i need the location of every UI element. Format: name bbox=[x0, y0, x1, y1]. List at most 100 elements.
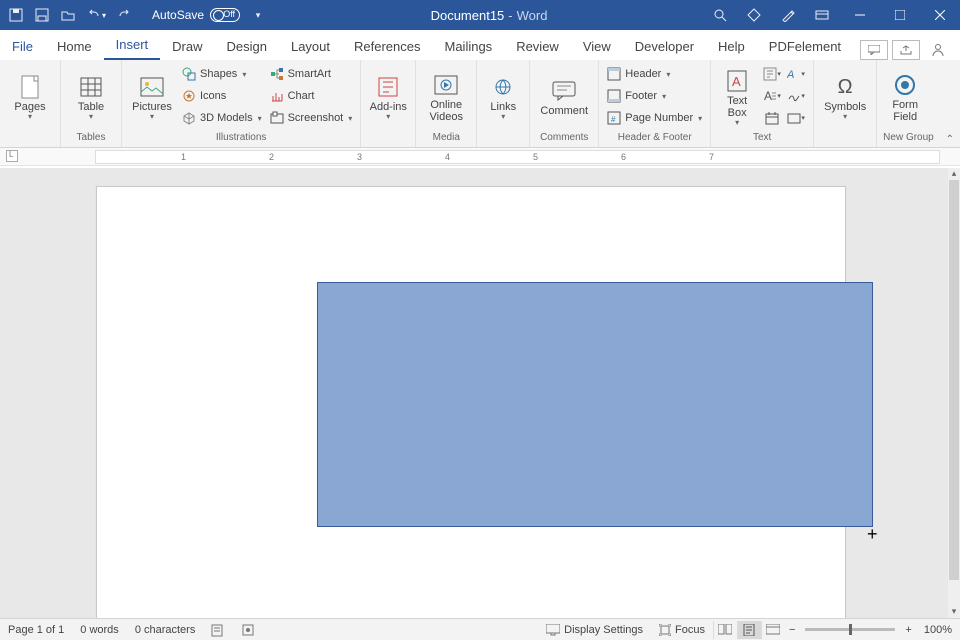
ruler-scale: 1 2 3 4 5 6 7 bbox=[95, 150, 940, 164]
focus-button[interactable]: Focus bbox=[651, 624, 713, 636]
wordart-button[interactable]: A▾ bbox=[785, 64, 807, 84]
autosave-toggle[interactable]: AutoSave Off bbox=[152, 8, 240, 22]
group-tables: Table▾ Tables bbox=[61, 60, 122, 147]
open-icon[interactable] bbox=[60, 7, 76, 23]
tab-draw[interactable]: Draw bbox=[160, 33, 214, 60]
addins-label: Add-ins bbox=[370, 101, 407, 113]
scroll-down-icon[interactable]: ▾ bbox=[948, 606, 960, 618]
tab-mailings[interactable]: Mailings bbox=[433, 33, 505, 60]
scroll-thumb[interactable] bbox=[949, 180, 959, 580]
tab-home[interactable]: Home bbox=[45, 33, 104, 60]
vertical-scrollbar[interactable]: ▴ ▾ bbox=[948, 168, 960, 618]
collapse-ribbon-icon[interactable]: ⌃ bbox=[946, 134, 954, 145]
view-buttons bbox=[713, 621, 785, 639]
diamond-icon[interactable] bbox=[746, 7, 762, 23]
close-button[interactable] bbox=[920, 0, 960, 30]
zoom-handle[interactable] bbox=[849, 624, 852, 635]
header-button[interactable]: Header▾ bbox=[605, 64, 704, 84]
minimize-button[interactable] bbox=[840, 0, 880, 30]
datetime-button[interactable] bbox=[761, 108, 783, 128]
online-videos-button[interactable]: Online Videos bbox=[422, 64, 470, 128]
scroll-up-icon[interactable]: ▴ bbox=[948, 168, 960, 180]
form-field-button[interactable]: Form Field bbox=[883, 64, 927, 128]
svg-text:#: # bbox=[611, 115, 616, 124]
addins-button[interactable]: Add-ins▾ bbox=[367, 64, 409, 128]
video-icon bbox=[434, 71, 458, 99]
page[interactable]: + bbox=[96, 186, 846, 618]
signature-button[interactable]: ▾ bbox=[785, 86, 807, 106]
links-label: Links bbox=[490, 101, 516, 113]
autosave-icon[interactable] bbox=[8, 7, 24, 23]
display-settings-button[interactable]: Display Settings bbox=[538, 624, 651, 636]
pages-button[interactable]: Pages▾ bbox=[6, 64, 54, 128]
save-icon[interactable] bbox=[34, 7, 50, 23]
chart-button[interactable]: Chart bbox=[268, 86, 355, 106]
chevron-down-icon: ▾ bbox=[28, 113, 32, 122]
status-bar: Page 1 of 1 0 words 0 characters Display… bbox=[0, 618, 960, 640]
tabs-right-controls bbox=[860, 40, 960, 60]
search-icon[interactable] bbox=[712, 7, 728, 23]
zoom-level[interactable]: 100% bbox=[916, 624, 960, 636]
tab-view[interactable]: View bbox=[571, 33, 623, 60]
ribbon-display-icon[interactable] bbox=[814, 7, 830, 23]
tab-references[interactable]: References bbox=[342, 33, 432, 60]
qat-customize-icon[interactable]: ▾ bbox=[250, 7, 266, 23]
zoom-slider[interactable] bbox=[805, 628, 895, 631]
document-area[interactable]: + bbox=[0, 168, 948, 618]
pictures-label: Pictures bbox=[132, 101, 172, 113]
3d-models-button[interactable]: 3D Models▾ bbox=[180, 108, 264, 128]
tab-review[interactable]: Review bbox=[504, 33, 571, 60]
undo-button[interactable]: ▾ bbox=[86, 7, 106, 23]
textbox-button[interactable]: A Text Box▾ bbox=[717, 64, 757, 128]
spelling-icon[interactable] bbox=[203, 623, 233, 637]
page-icon bbox=[20, 73, 40, 101]
maximize-button[interactable] bbox=[880, 0, 920, 30]
account-icon[interactable] bbox=[924, 40, 952, 60]
tab-selector[interactable] bbox=[6, 150, 18, 162]
screenshot-button[interactable]: Screenshot▾ bbox=[268, 108, 355, 128]
object-button[interactable]: ▾ bbox=[785, 108, 807, 128]
print-layout-button[interactable] bbox=[737, 621, 761, 639]
links-button[interactable]: Links▾ bbox=[483, 64, 523, 128]
tab-file[interactable]: File bbox=[0, 33, 45, 60]
app-name: Word bbox=[517, 8, 548, 23]
textbox-label: Text Box bbox=[717, 95, 757, 119]
tab-pdfelement[interactable]: PDFelement bbox=[757, 33, 853, 60]
pen-icon[interactable] bbox=[780, 7, 796, 23]
textbox-icon: A bbox=[727, 67, 747, 95]
toggle-switch: Off bbox=[210, 8, 240, 22]
web-layout-button[interactable] bbox=[761, 621, 785, 639]
comment-button[interactable]: Comment bbox=[536, 64, 592, 128]
dropcap-button[interactable]: A▾ bbox=[761, 86, 783, 106]
zoom-out-button[interactable]: − bbox=[785, 624, 799, 636]
comments-pane-button[interactable] bbox=[860, 40, 888, 60]
group-symbols: Ω Symbols▾ bbox=[814, 60, 877, 147]
macro-icon[interactable] bbox=[233, 623, 263, 637]
page-indicator[interactable]: Page 1 of 1 bbox=[0, 624, 72, 636]
tab-help[interactable]: Help bbox=[706, 33, 757, 60]
icons-button[interactable]: Icons bbox=[180, 86, 264, 106]
share-button[interactable] bbox=[892, 40, 920, 60]
group-label-symbols bbox=[820, 143, 870, 145]
shapes-button[interactable]: Shapes▾ bbox=[180, 64, 264, 84]
footer-button[interactable]: Footer▾ bbox=[605, 86, 704, 106]
tab-insert[interactable]: Insert bbox=[104, 31, 161, 60]
read-mode-button[interactable] bbox=[713, 621, 737, 639]
horizontal-ruler[interactable]: 1 2 3 4 5 6 7 bbox=[0, 148, 960, 166]
page-number-button[interactable]: #Page Number▾ bbox=[605, 108, 704, 128]
inserted-rectangle-shape[interactable] bbox=[317, 282, 873, 527]
smartart-button[interactable]: SmartArt bbox=[268, 64, 355, 84]
word-count[interactable]: 0 words bbox=[72, 624, 127, 636]
redo-icon[interactable] bbox=[116, 7, 132, 23]
chevron-down-icon: ▾ bbox=[150, 113, 154, 122]
quick-parts-button[interactable]: ▾ bbox=[761, 64, 783, 84]
tab-design[interactable]: Design bbox=[215, 33, 279, 60]
symbols-button[interactable]: Ω Symbols▾ bbox=[820, 64, 870, 128]
tab-developer[interactable]: Developer bbox=[623, 33, 706, 60]
char-count[interactable]: 0 characters bbox=[127, 624, 204, 636]
pictures-button[interactable]: Pictures▾ bbox=[128, 64, 176, 128]
table-button[interactable]: Table▾ bbox=[67, 64, 115, 128]
tab-layout[interactable]: Layout bbox=[279, 33, 342, 60]
zoom-in-button[interactable]: + bbox=[901, 624, 915, 636]
svg-text:A: A bbox=[764, 89, 772, 103]
